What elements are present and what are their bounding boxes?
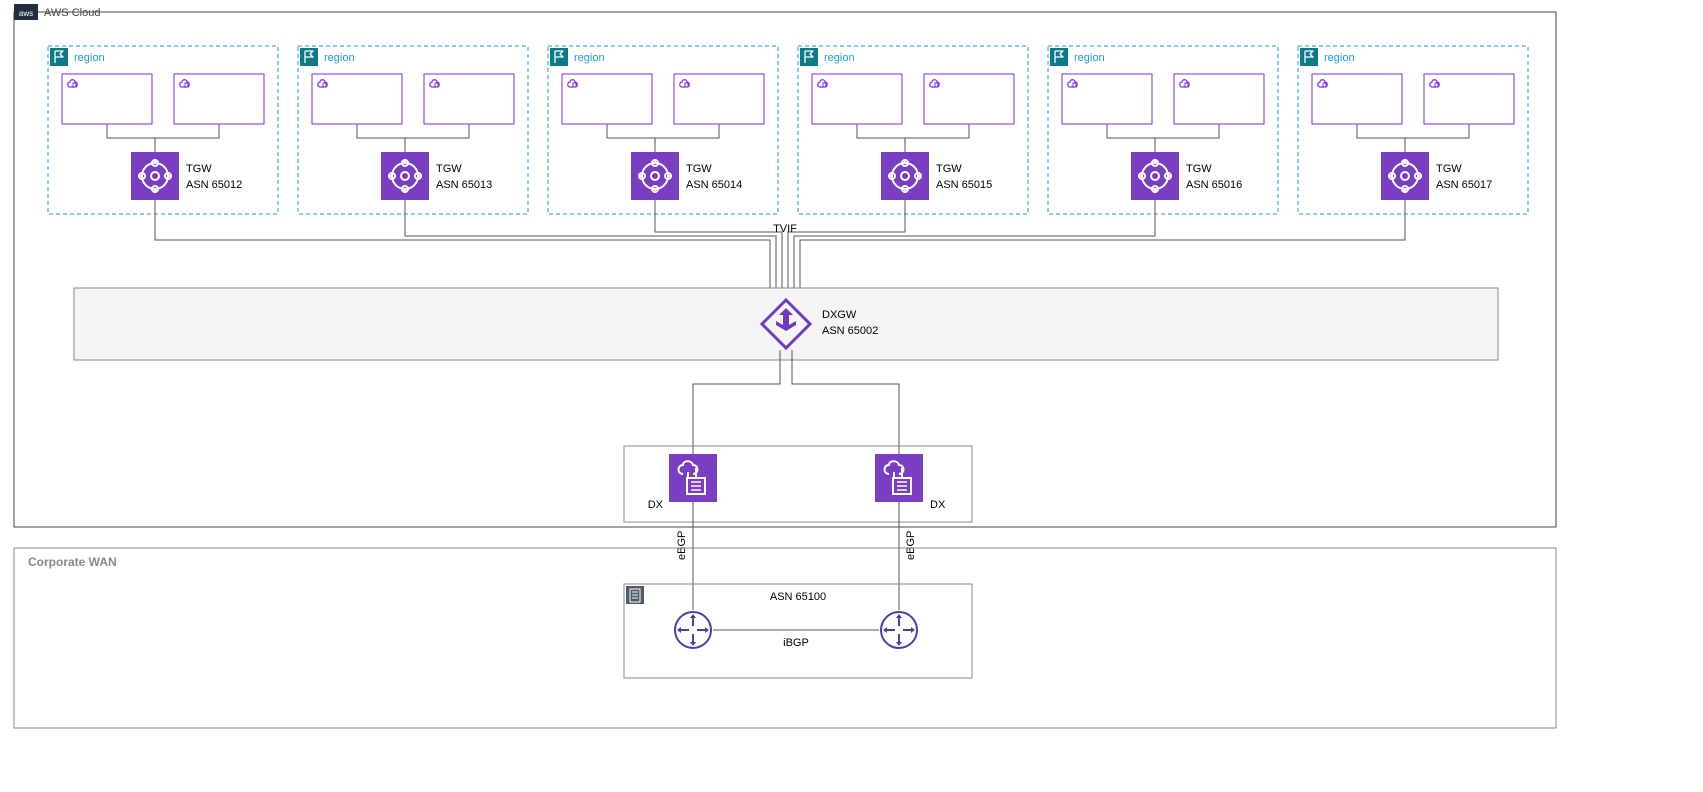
vpc-box	[174, 74, 264, 124]
svg-text:ASN 65015: ASN 65015	[936, 179, 992, 191]
aws-logo-text: aws	[19, 9, 33, 18]
router-left-icon	[675, 612, 711, 648]
link-dxgw-dx-right	[792, 350, 899, 454]
aws-cloud-label: AWS Cloud	[44, 7, 100, 19]
region-label: region	[74, 52, 105, 64]
link-tgw4-dxgw	[788, 200, 905, 294]
svg-text:ASN 65017: ASN 65017	[1436, 179, 1492, 191]
region-3: region TGW ASN 65014	[548, 46, 778, 214]
ebgp-left-label: eBGP	[676, 531, 688, 560]
vpc-box	[62, 74, 152, 124]
svg-text:ASN 65016: ASN 65016	[1186, 179, 1242, 191]
link-dxgw-dx-left	[693, 350, 780, 454]
tgw-asn: ASN 65012	[186, 179, 242, 191]
ebgp-right-label: eBGP	[905, 531, 917, 560]
svg-text:TGW: TGW	[936, 163, 962, 175]
router-asn: ASN 65100	[770, 591, 826, 603]
region-1: region TGW ASN 65012	[48, 46, 278, 214]
region-label: region	[324, 52, 355, 64]
svg-text:region: region	[1324, 52, 1355, 64]
ibgp-label: iBGP	[783, 637, 809, 649]
svg-text:TGW: TGW	[686, 163, 712, 175]
dxgw-label: DXGW	[822, 309, 857, 321]
diagram-canvas: aws AWS Cloud	[0, 0, 1703, 792]
region-5: region TGW ASN 65016	[1048, 46, 1278, 214]
svg-text:region: region	[1074, 52, 1105, 64]
region-6: region TGW ASN 65017	[1298, 46, 1528, 214]
corp-wan-label: Corporate WAN	[28, 555, 117, 569]
region-4: region TGW ASN 65015	[798, 46, 1028, 214]
router-right-icon	[881, 612, 917, 648]
region-2: region TGW ASN 65013	[298, 46, 528, 214]
svg-text:region: region	[574, 52, 605, 64]
dx-left-label: DX	[648, 499, 664, 511]
dxgw-asn: ASN 65002	[822, 325, 878, 337]
tvif-label: TVIF	[773, 223, 797, 235]
dx-right-icon	[875, 454, 923, 502]
svg-text:TGW: TGW	[1186, 163, 1212, 175]
svg-text:ASN 65014: ASN 65014	[686, 179, 742, 191]
svg-text:ASN 65013: ASN 65013	[436, 179, 492, 191]
dx-right-label: DX	[930, 499, 946, 511]
svg-text:TGW: TGW	[1436, 163, 1462, 175]
dx-left-icon	[669, 454, 717, 502]
svg-text:TGW: TGW	[436, 163, 462, 175]
svg-text:region: region	[824, 52, 855, 64]
tgw-label: TGW	[186, 163, 212, 175]
